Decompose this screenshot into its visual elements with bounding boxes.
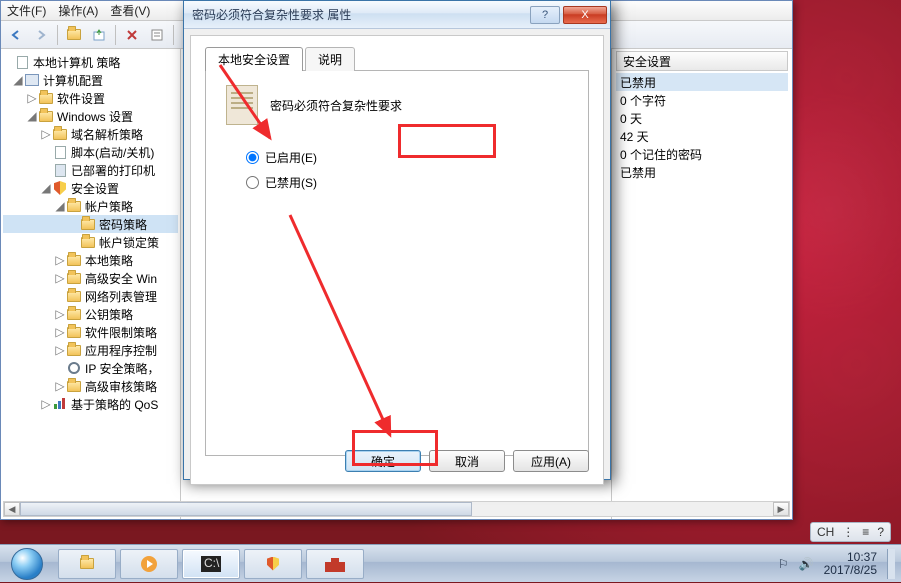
delete-icon[interactable]	[121, 24, 143, 46]
tree-netlist[interactable]: 网络列表管理	[85, 288, 157, 305]
list-row[interactable]: 0 天	[616, 109, 788, 127]
ime-options-icon[interactable]: ≡	[862, 525, 869, 539]
menu-action[interactable]: 操作(A)	[58, 2, 98, 19]
tree-sw-restrict[interactable]: 软件限制策略	[85, 324, 157, 341]
radio-disabled-row[interactable]: 已禁用(S)	[246, 174, 568, 191]
start-button[interactable]	[0, 545, 54, 583]
list-row[interactable]: 已禁用	[616, 73, 788, 91]
svg-text:C:\: C:\	[204, 556, 220, 570]
tab-local-security[interactable]: 本地安全设置	[205, 47, 303, 71]
tray-date: 2017/8/25	[824, 564, 877, 577]
tree-pubkey[interactable]: 公钥策略	[85, 306, 133, 323]
tree-adv-firewall[interactable]: 高级安全 Win	[85, 270, 157, 287]
forward-icon[interactable]	[30, 24, 52, 46]
scroll-left-icon[interactable]: ◀	[4, 502, 20, 516]
ime-toolbar[interactable]: CH ⋮ ≡ ?	[810, 522, 891, 542]
tree-scrollbar[interactable]: ◀ ▶	[3, 501, 181, 517]
task-cmd[interactable]: C:\	[182, 549, 240, 579]
export-icon[interactable]	[88, 24, 110, 46]
menu-file[interactable]: 文件(F)	[7, 2, 46, 19]
radio-enabled-row[interactable]: 已启用(E)	[246, 149, 568, 166]
tray-volume-icon[interactable]: 🔊	[799, 557, 814, 571]
policy-root-icon	[14, 55, 30, 69]
list-row[interactable]: 42 天	[616, 127, 788, 145]
properties-icon[interactable]	[146, 24, 168, 46]
tree-windows-settings[interactable]: Windows 设置	[57, 108, 133, 125]
back-icon[interactable]	[5, 24, 27, 46]
policy-doc-icon	[226, 85, 258, 125]
cmd-icon: C:\	[201, 556, 221, 572]
ime-lang[interactable]: CH	[817, 525, 834, 539]
dialog-title: 密码必须符合复杂性要求 属性	[192, 6, 530, 23]
tab-explain[interactable]: 说明	[305, 47, 355, 71]
tray-clock[interactable]: 10:37 2017/8/25	[824, 551, 877, 577]
tree-audit[interactable]: 高级审核策略	[85, 378, 157, 395]
start-orb-icon	[11, 548, 43, 580]
radio-enabled[interactable]	[246, 151, 259, 164]
radio-disabled[interactable]	[246, 176, 259, 189]
tree-scripts[interactable]: 脚本(启动/关机)	[71, 144, 154, 161]
security-value-list: 安全设置 已禁用 0 个字符 0 天 42 天 0 个记住的密码 已禁用	[612, 49, 792, 519]
list-row[interactable]: 0 个字符	[616, 91, 788, 109]
show-desktop-button[interactable]	[887, 549, 895, 579]
shield-icon	[52, 181, 68, 195]
shield-icon	[267, 557, 279, 571]
taskbar: C:\ ⚐ 🔊 10:37 2017/8/25	[0, 544, 901, 582]
tree-account-policy[interactable]: 帐户策略	[85, 198, 133, 215]
list-row[interactable]: 0 个记住的密码	[616, 145, 788, 163]
ok-button[interactable]: 确定	[345, 450, 421, 472]
tree-app-control[interactable]: 应用程序控制	[85, 342, 157, 359]
properties-dialog: 密码必须符合复杂性要求 属性 ? X 本地安全设置 说明 密码必须符合复杂性要求…	[183, 0, 611, 480]
computer-icon	[24, 73, 40, 87]
tree-dns[interactable]: 域名解析策略	[71, 126, 143, 143]
printer-icon	[52, 163, 68, 177]
tree-qos[interactable]: 基于策略的 QoS	[71, 396, 158, 413]
radio-enabled-label: 已启用(E)	[265, 149, 317, 166]
script-icon	[52, 145, 68, 159]
ime-tool-icon[interactable]: ⋮	[842, 525, 854, 539]
media-icon	[140, 555, 158, 573]
policy-heading: 密码必须符合复杂性要求	[270, 97, 402, 114]
task-secpol[interactable]	[244, 549, 302, 579]
tray-flag-icon[interactable]: ⚐	[778, 557, 789, 571]
tree-local-policy[interactable]: 本地策略	[85, 252, 133, 269]
tree-ipsec[interactable]: IP 安全策略，	[85, 360, 159, 377]
help-button[interactable]: ?	[530, 6, 560, 24]
task-media[interactable]	[120, 549, 178, 579]
tree-printers[interactable]: 已部署的打印机	[71, 162, 155, 179]
qos-icon	[52, 397, 68, 411]
up-folder-icon[interactable]	[63, 24, 85, 46]
tree-security[interactable]: 安全设置	[71, 180, 119, 197]
tree-software-settings[interactable]: 软件设置	[57, 90, 105, 107]
toolbox-icon	[325, 556, 345, 572]
ipsec-icon	[66, 361, 82, 375]
apply-button[interactable]: 应用(A)	[513, 450, 589, 472]
tree-lockout-policy[interactable]: 帐户锁定策	[99, 234, 159, 251]
task-explorer[interactable]	[58, 549, 116, 579]
menu-view[interactable]: 查看(V)	[110, 2, 150, 19]
folder-icon	[80, 558, 94, 569]
dialog-titlebar[interactable]: 密码必须符合复杂性要求 属性 ? X	[184, 1, 610, 29]
list-row[interactable]: 已禁用	[616, 163, 788, 181]
system-tray[interactable]: ⚐ 🔊 10:37 2017/8/25	[778, 549, 901, 579]
tree-root[interactable]: 本地计算机 策略	[33, 54, 120, 71]
ime-help-icon[interactable]: ?	[877, 525, 884, 539]
column-header[interactable]: 安全设置	[616, 51, 788, 71]
radio-disabled-label: 已禁用(S)	[265, 174, 317, 191]
tree-password-policy[interactable]: 密码策略	[99, 216, 147, 233]
close-button[interactable]: X	[563, 6, 607, 24]
task-toolbox[interactable]	[306, 549, 364, 579]
policy-tree[interactable]: 本地计算机 策略 ◢计算机配置 ▷软件设置 ◢Windows 设置 ▷域名解析策…	[1, 49, 181, 519]
tray-time: 10:37	[824, 551, 877, 564]
scroll-thumb[interactable]	[20, 502, 181, 516]
tree-computer-config[interactable]: 计算机配置	[43, 72, 103, 89]
cancel-button[interactable]: 取消	[429, 450, 505, 472]
